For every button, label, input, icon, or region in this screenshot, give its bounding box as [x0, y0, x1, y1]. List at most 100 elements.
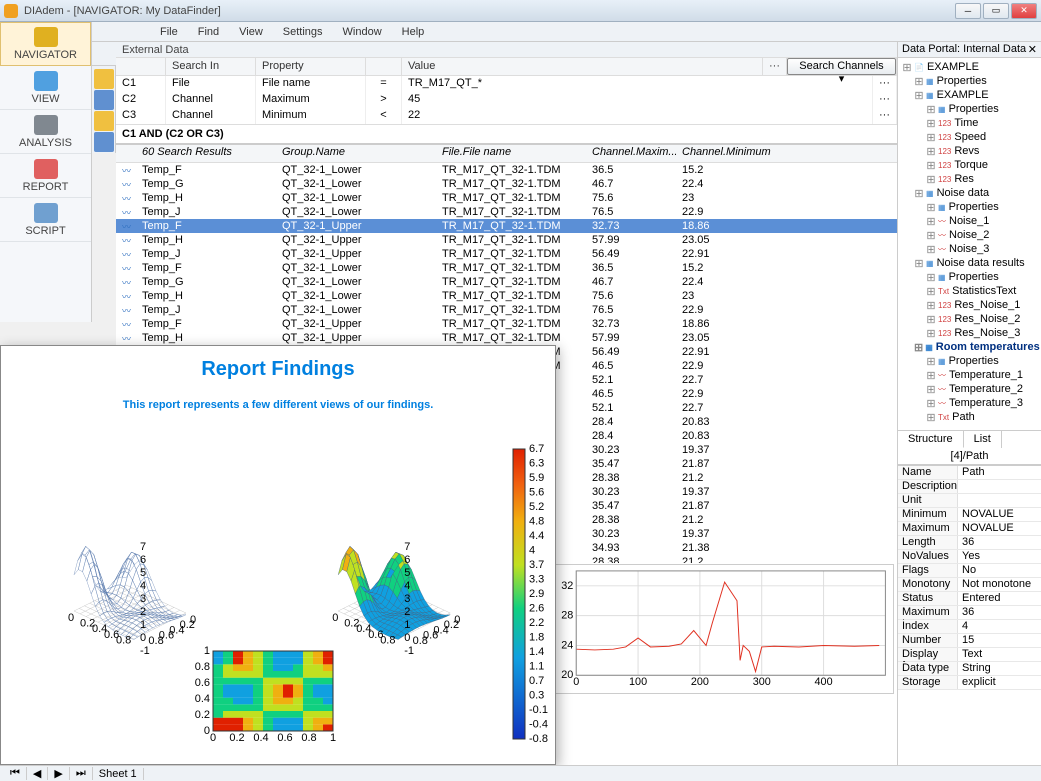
tree-item[interactable]: ⊞〰Noise_2 — [900, 228, 1039, 242]
prop-row[interactable]: StatusEntered — [898, 592, 1041, 606]
result-row[interactable]: 〰Temp_FQT_32-1_LowerTR_M17_QT_32-1.TDM36… — [116, 261, 897, 275]
prop-row[interactable]: NoValuesYes — [898, 550, 1041, 564]
result-row[interactable]: 〰Temp_HQT_32-1_UpperTR_M17_QT_32-1.TDM57… — [116, 233, 897, 247]
prop-row[interactable]: Number15 — [898, 634, 1041, 648]
dots-icon[interactable]: ··· — [763, 58, 787, 75]
prop-row[interactable]: MinimumNOVALUE — [898, 508, 1041, 522]
col-group[interactable]: Group.Name — [276, 145, 436, 162]
prop-row[interactable]: Length36 — [898, 536, 1041, 550]
data-tree[interactable]: ⊞📄EXAMPLE⊞▦Properties⊞▦EXAMPLE⊞▦Properti… — [898, 58, 1041, 426]
result-row[interactable]: 〰Temp_FQT_32-1_LowerTR_M17_QT_32-1.TDM36… — [116, 163, 897, 177]
result-row[interactable]: 〰Temp_FQT_32-1_UpperTR_M17_QT_32-1.TDM32… — [116, 317, 897, 331]
menu-help[interactable]: Help — [392, 26, 435, 38]
tab-nav-last-icon[interactable]: ⏭ — [70, 767, 93, 780]
tree-item[interactable]: ⊞123Res_Noise_3 — [900, 326, 1039, 340]
result-row[interactable]: 〰Temp_HQT_32-1_UpperTR_M17_QT_32-1.TDM57… — [116, 331, 897, 345]
result-row[interactable]: 〰Temp_JQT_32-1_UpperTR_M17_QT_32-1.TDM56… — [116, 247, 897, 261]
tree-item[interactable]: ⊞📄EXAMPLE — [900, 60, 1039, 74]
nav-script[interactable]: SCRIPT — [0, 198, 91, 242]
tree-item[interactable]: ⊞123Time — [900, 116, 1039, 130]
tree-item[interactable]: ⊞123Res_Noise_2 — [900, 312, 1039, 326]
search-condition[interactable]: C2ChannelMaximum>45··· — [116, 92, 897, 108]
prop-row[interactable]: Data typeString — [898, 662, 1041, 676]
tree-item[interactable]: ⊞▦EXAMPLE — [900, 88, 1039, 102]
prop-row[interactable]: NamePath — [898, 466, 1041, 480]
search-condition[interactable]: C1FileFile name=TR_M17_QT_*··· — [116, 76, 897, 92]
tree-item[interactable]: ⊞123Res — [900, 172, 1039, 186]
tree-item[interactable]: ⊞〰Noise_1 — [900, 214, 1039, 228]
prop-row[interactable]: Maximum I...36 — [898, 606, 1041, 620]
tree-item[interactable]: ⊞123Speed — [900, 130, 1039, 144]
menu-settings[interactable]: Settings — [273, 26, 333, 38]
result-row[interactable]: 〰Temp_JQT_32-1_LowerTR_M17_QT_32-1.TDM76… — [116, 205, 897, 219]
prop-row[interactable]: FlagsNo — [898, 564, 1041, 578]
tree-item[interactable]: ⊞123Revs — [900, 144, 1039, 158]
tree-item[interactable]: ⊞▦Noise data results — [900, 256, 1039, 270]
result-row[interactable]: 〰Temp_FQT_32-1_UpperTR_M17_QT_32-1.TDM32… — [116, 219, 897, 233]
minimize-button[interactable]: ─ — [955, 3, 981, 19]
vtool-icon[interactable] — [94, 111, 114, 131]
nav-view[interactable]: VIEW — [0, 66, 91, 110]
logic-expression[interactable]: C1 AND (C2 OR C3) — [116, 124, 897, 143]
svg-text:2.2: 2.2 — [529, 617, 544, 629]
nav-navigator[interactable]: NAVIGATOR — [0, 22, 91, 66]
tree-item[interactable]: ⊞〰Noise_3 — [900, 242, 1039, 256]
result-row[interactable]: 〰Temp_HQT_32-1_LowerTR_M17_QT_32-1.TDM75… — [116, 289, 897, 303]
result-row[interactable]: 〰Temp_JQT_32-1_LowerTR_M17_QT_32-1.TDM76… — [116, 303, 897, 317]
tab-nav-first-icon[interactable]: ⏮ — [4, 767, 27, 780]
tree-item[interactable]: ⊞▦Properties — [900, 354, 1039, 368]
result-row[interactable]: 〰Temp_GQT_32-1_LowerTR_M17_QT_32-1.TDM46… — [116, 177, 897, 191]
menu-view[interactable]: View — [229, 26, 273, 38]
tree-item[interactable]: ⊞▦Noise data — [900, 186, 1039, 200]
nav-analysis[interactable]: ANALYSIS — [0, 110, 91, 154]
tree-item[interactable]: ⊞▦Room temperatures — [900, 340, 1039, 354]
tree-item[interactable]: ⊞〰Temperature_3 — [900, 396, 1039, 410]
prop-row[interactable]: Unit — [898, 494, 1041, 508]
sheet-tab[interactable]: Sheet 1 — [93, 768, 144, 780]
result-row[interactable]: 〰Temp_HQT_32-1_LowerTR_M17_QT_32-1.TDM75… — [116, 191, 897, 205]
result-row[interactable]: 〰Temp_GQT_32-1_LowerTR_M17_QT_32-1.TDM46… — [116, 275, 897, 289]
svg-text:0.2: 0.2 — [229, 732, 244, 744]
vtool-icon[interactable] — [94, 69, 114, 89]
col-file[interactable]: File.File name — [436, 145, 586, 162]
col-results[interactable]: 60 Search Results — [136, 145, 276, 162]
menu-file[interactable]: File — [150, 26, 188, 38]
svg-text:2.9: 2.9 — [529, 588, 544, 600]
svg-text:1.8: 1.8 — [529, 632, 544, 644]
tree-item[interactable]: ⊞▦Properties — [900, 270, 1039, 284]
tree-item[interactable]: ⊞TxtPath — [900, 410, 1039, 424]
tab-structure[interactable]: Structure — [898, 431, 964, 448]
col-min[interactable]: Channel.Minimum — [676, 145, 776, 162]
prop-row[interactable]: MaximumNOVALUE — [898, 522, 1041, 536]
menu-window[interactable]: Window — [333, 26, 392, 38]
search-condition[interactable]: C3ChannelMinimum<22··· — [116, 108, 897, 124]
vtool-icon[interactable] — [94, 90, 114, 110]
vtool-icon[interactable] — [94, 132, 114, 152]
svg-text:6: 6 — [140, 554, 146, 566]
menu-find[interactable]: Find — [188, 26, 229, 38]
tree-item[interactable]: ⊞〰Temperature_1 — [900, 368, 1039, 382]
nav-report[interactable]: REPORT — [0, 154, 91, 198]
tree-item[interactable]: ⊞▦Properties — [900, 74, 1039, 88]
col-max[interactable]: Channel.Maxim... — [586, 145, 676, 162]
search-channels-button[interactable]: Search Channels ▾ — [787, 58, 896, 75]
svg-text:28: 28 — [561, 610, 573, 622]
tab-nav-prev-icon[interactable]: ◀ — [27, 767, 48, 780]
tree-item[interactable]: ⊞▦Properties — [900, 102, 1039, 116]
prop-row[interactable]: Display for...Text — [898, 648, 1041, 662]
tree-item[interactable]: ⊞123Torque — [900, 158, 1039, 172]
maximize-button[interactable]: ▭ — [983, 3, 1009, 19]
tab-nav-next-icon[interactable]: ▶ — [48, 767, 69, 780]
prop-row[interactable]: Description — [898, 480, 1041, 494]
prop-row[interactable]: Index4 — [898, 620, 1041, 634]
svg-text:1: 1 — [330, 732, 336, 744]
tree-item[interactable]: ⊞123Res_Noise_1 — [900, 298, 1039, 312]
close-button[interactable]: ✕ — [1011, 3, 1037, 19]
tree-item[interactable]: ⊞TxtStatisticsText — [900, 284, 1039, 298]
tab-list[interactable]: List — [964, 431, 1002, 448]
tree-item[interactable]: ⊞▦Properties — [900, 200, 1039, 214]
prop-row[interactable]: Storageexplicit — [898, 676, 1041, 690]
portal-close-icon[interactable]: ✕ — [1028, 43, 1037, 56]
prop-row[interactable]: MonotonyNot monotone — [898, 578, 1041, 592]
tree-item[interactable]: ⊞〰Temperature_2 — [900, 382, 1039, 396]
